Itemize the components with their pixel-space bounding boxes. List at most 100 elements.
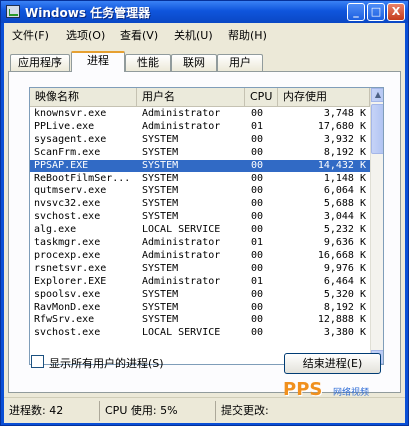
column-user-name[interactable]: 用户名 — [137, 88, 245, 107]
cell-user-name: SYSTEM — [142, 301, 179, 313]
cell-memory: 6,464 K — [323, 275, 366, 287]
cell-image-name: PPSAP.EXE — [34, 159, 89, 171]
table-row[interactable]: PPLive.exe Administrator 01 17,680 K — [30, 121, 370, 133]
cell-image-name: RavMonD.exe — [34, 301, 101, 313]
cell-cpu: 01 — [251, 120, 264, 132]
cell-memory: 5,232 K — [323, 224, 366, 236]
tab-performance[interactable]: 性能 — [125, 54, 171, 71]
cell-memory: 3,748 K — [323, 108, 366, 119]
cell-cpu: 01 — [251, 237, 264, 248]
cell-user-name: Administrator — [142, 108, 221, 119]
list-header: 映像名称 用户名 CPU 内存使用 — [30, 88, 370, 107]
tab-users[interactable]: 用户 — [217, 54, 263, 71]
table-row[interactable]: ReBootFilmSer... SYSTEM 00 1,148 K — [30, 173, 370, 185]
cell-cpu: 00 — [251, 249, 264, 261]
table-row[interactable]: procexp.exe Administrator 00 16,668 K — [30, 250, 370, 262]
table-row[interactable]: taskmgr.exe Administrator 01 9,636 K — [30, 237, 370, 249]
table-row[interactable]: nvsvc32.exe SYSTEM 00 5,688 K — [30, 198, 370, 210]
column-memory[interactable]: 内存使用 — [278, 88, 370, 107]
cell-memory: 12,888 K — [317, 314, 366, 326]
tab-processes[interactable]: 进程 — [71, 51, 125, 72]
cell-user-name: Administrator — [142, 275, 221, 287]
cell-image-name: spoolsv.exe — [34, 288, 101, 300]
cell-cpu: 01 — [251, 275, 264, 287]
end-process-button[interactable]: 结束进程(E) — [284, 353, 381, 374]
task-manager-icon — [6, 5, 20, 18]
cell-cpu: 00 — [251, 314, 264, 326]
tab-applications[interactable]: 应用程序 — [10, 54, 70, 71]
cell-memory: 8,192 K — [323, 301, 366, 313]
cell-user-name: SYSTEM — [142, 185, 179, 197]
pps-watermark: PPS 网络视频 — [283, 379, 403, 401]
vertical-scrollbar[interactable]: ▲ ▼ — [370, 88, 383, 364]
cell-user-name: SYSTEM — [142, 146, 179, 158]
cell-user-name: SYSTEM — [142, 172, 179, 184]
cell-memory: 14,432 K — [317, 159, 366, 171]
cell-image-name: knownsvr.exe — [34, 108, 107, 119]
table-row[interactable]: PPSAP.EXE SYSTEM 00 14,432 K — [30, 159, 370, 172]
cell-cpu: 00 — [251, 108, 264, 119]
cell-memory: 3,380 K — [323, 327, 366, 339]
status-process-count: 进程数: 42 — [6, 401, 100, 421]
menu-shutdown[interactable]: 关机(U) — [174, 27, 213, 43]
window-title: Windows 任务管理器 — [25, 6, 151, 20]
cell-image-name: qutmserv.exe — [34, 185, 107, 197]
scroll-up-icon[interactable]: ▲ — [371, 88, 383, 102]
table-row[interactable]: rsnetsvr.exe SYSTEM 00 9,976 K — [30, 263, 370, 275]
maximize-button[interactable]: □ — [367, 3, 385, 21]
pps-sub-label: 网络视频 — [333, 388, 370, 398]
status-commit-charge: 提交更改: — [221, 404, 269, 417]
cell-image-name: procexp.exe — [34, 249, 101, 261]
table-row[interactable]: Explorer.EXE Administrator 01 6,464 K — [30, 276, 370, 288]
column-cpu[interactable]: CPU — [245, 88, 278, 107]
cell-user-name: LOCAL SERVICE — [142, 224, 221, 236]
menu-help[interactable]: 帮助(H) — [228, 27, 267, 43]
processes-panel: 映像名称 用户名 CPU 内存使用 knownsvr.exe Administra… — [8, 71, 401, 393]
cell-user-name: SYSTEM — [142, 262, 179, 274]
cell-memory: 3,044 K — [323, 211, 366, 223]
table-row[interactable]: svchost.exe LOCAL SERVICE 00 3,380 K — [30, 327, 370, 339]
show-all-users-checkbox[interactable] — [31, 355, 44, 368]
cell-memory: 8,192 K — [323, 146, 366, 158]
table-row[interactable]: RfwSrv.exe SYSTEM 00 12,888 K — [30, 314, 370, 326]
cell-image-name: ScanFrm.exe — [34, 146, 101, 158]
cell-user-name: SYSTEM — [142, 314, 179, 326]
table-row[interactable]: RavMonD.exe SYSTEM 00 8,192 K — [30, 302, 370, 314]
scroll-thumb[interactable] — [371, 104, 383, 154]
cell-user-name: SYSTEM — [142, 198, 179, 210]
cell-cpu: 00 — [251, 146, 264, 158]
table-row[interactable]: alg.exe LOCAL SERVICE 00 5,232 K — [30, 224, 370, 236]
cell-user-name: Administrator — [142, 237, 221, 248]
cell-cpu: 00 — [251, 301, 264, 313]
cell-image-name: sysagent.exe — [34, 133, 107, 145]
cell-image-name: rsnetsvr.exe — [34, 262, 107, 274]
menu-file[interactable]: 文件(F) — [12, 27, 49, 43]
cell-user-name: SYSTEM — [142, 288, 179, 300]
status-cpu-usage: CPU 使用: 5% — [102, 401, 216, 421]
table-row[interactable]: spoolsv.exe SYSTEM 00 5,320 K — [30, 289, 370, 301]
cell-user-name: Administrator — [142, 249, 221, 261]
table-row[interactable]: qutmserv.exe SYSTEM 00 6,064 K — [30, 185, 370, 197]
cell-image-name: ReBootFilmSer... — [34, 172, 131, 184]
column-image-name[interactable]: 映像名称 — [30, 88, 137, 107]
menu-options[interactable]: 选项(O) — [66, 27, 105, 43]
table-row[interactable]: ScanFrm.exe SYSTEM 00 8,192 K — [30, 147, 370, 159]
pps-logo: PPS — [283, 379, 323, 400]
table-row[interactable]: knownsvr.exe Administrator 00 3,748 K — [30, 108, 370, 120]
cell-image-name: Explorer.EXE — [34, 275, 107, 287]
minimize-button[interactable]: _ — [347, 3, 365, 21]
close-button[interactable]: X — [387, 3, 405, 21]
menu-view[interactable]: 查看(V) — [120, 27, 158, 43]
cell-memory: 9,636 K — [323, 237, 366, 248]
task-manager-window: Windows 任务管理器 _ □ X 文件(F) 选项(O) 查看(V) 关机… — [0, 0, 409, 426]
cell-cpu: 00 — [251, 288, 264, 300]
table-row[interactable]: svchost.exe SYSTEM 00 3,044 K — [30, 211, 370, 223]
cell-memory: 1,148 K — [323, 172, 366, 184]
title-bar[interactable]: Windows 任务管理器 _ □ X — [1, 1, 408, 23]
cell-image-name: RfwSrv.exe — [34, 314, 95, 326]
cell-user-name: Administrator — [142, 120, 221, 132]
table-row[interactable]: sysagent.exe SYSTEM 00 3,932 K — [30, 134, 370, 146]
cell-user-name: LOCAL SERVICE — [142, 327, 221, 339]
process-list[interactable]: 映像名称 用户名 CPU 内存使用 knownsvr.exe Administra… — [29, 87, 384, 365]
tab-networking[interactable]: 联网 — [171, 54, 217, 71]
